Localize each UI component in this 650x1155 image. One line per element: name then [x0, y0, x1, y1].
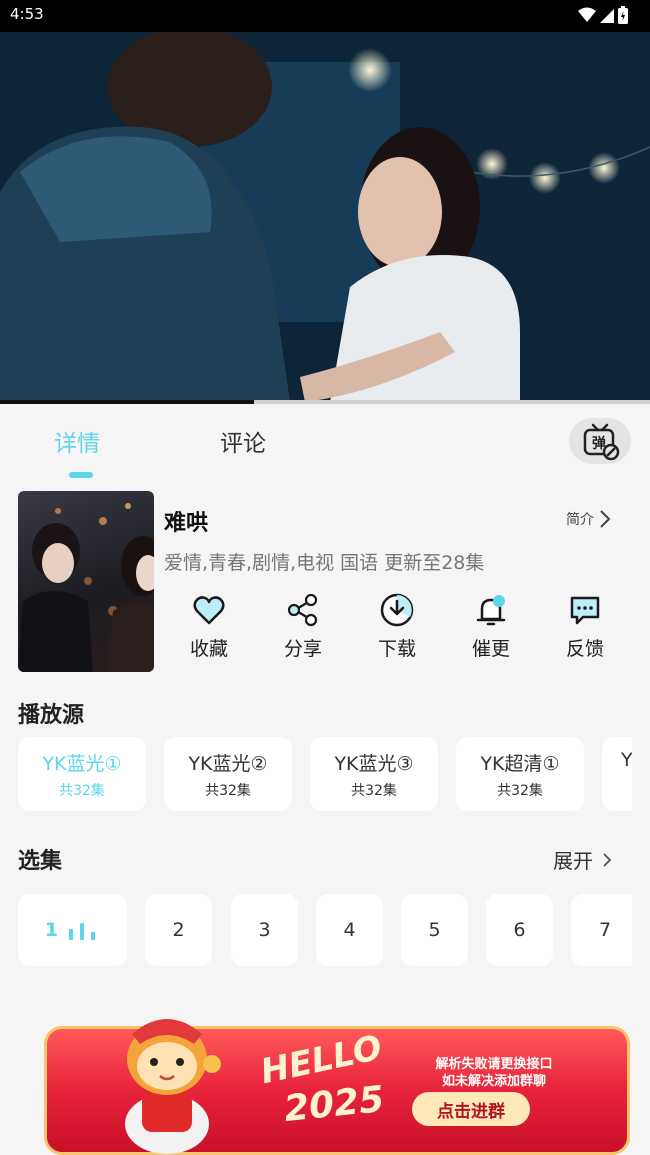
banner-line-2: 如未解决添加群聊 [441, 1074, 546, 1089]
episode-button[interactable]: 3 [231, 894, 298, 966]
episode-number: 7 [599, 919, 612, 941]
video-frame [0, 32, 650, 402]
source-count: 共32集 [497, 783, 543, 799]
cellular-signal-icon [600, 9, 614, 23]
source-name: YK超清① [480, 753, 560, 775]
now-playing-icon [69, 923, 96, 940]
urge-update-label: 催更 [471, 638, 510, 660]
episode-number: 3 [258, 919, 271, 941]
chevron-right-icon [600, 510, 611, 528]
video-player[interactable] [0, 32, 650, 402]
expand-label: 展开 [553, 849, 593, 873]
danmaku-toggle-button[interactable]: 弹 [569, 418, 631, 464]
source-card[interactable]: YK蓝光③ 共32集 [310, 737, 438, 811]
bell-icon [476, 595, 506, 626]
download-label: 下载 [377, 638, 416, 660]
source-count: 共32集 [59, 783, 105, 799]
episode-button[interactable]: 7 [571, 894, 632, 966]
source-card[interactable]: YK超清① 共32集 [456, 737, 584, 811]
source-card[interactable]: YK蓝光② 共32集 [164, 737, 292, 811]
active-tab-indicator [69, 472, 93, 478]
source-card[interactable]: Y [602, 737, 632, 811]
favorite-button[interactable]: 收藏 [164, 592, 254, 661]
detail-tabs: 详情 评论 弹 [0, 404, 650, 482]
action-row: 收藏 分享 下载 催更 反馈 [164, 592, 634, 672]
lion-mascot-icon [125, 1019, 221, 1154]
episode-button[interactable]: 4 [316, 894, 383, 966]
join-group-button[interactable]: 点击进群 [412, 1092, 530, 1126]
source-name: Y [621, 749, 632, 771]
episode-button[interactable]: 6 [486, 894, 553, 966]
tab-comments[interactable]: 评论 [220, 424, 266, 458]
source-count: 共32集 [351, 783, 397, 799]
episode-button[interactable]: 2 [145, 894, 212, 966]
show-title: 难哄 [164, 511, 209, 536]
battery-icon [618, 6, 628, 24]
source-name: YK蓝光② [188, 753, 268, 775]
episode-number: 1 [44, 919, 59, 941]
share-button[interactable]: 分享 [258, 592, 348, 661]
urge-update-button[interactable]: 催更 [446, 592, 536, 661]
episode-number: 6 [513, 919, 526, 941]
download-icon [380, 593, 414, 627]
show-poster [18, 491, 154, 672]
banner-message: 解析失败请更换接口 如未解决添加群聊 [404, 1056, 584, 1090]
feedback-icon [570, 596, 600, 625]
feedback-label: 反馈 [565, 638, 604, 660]
feedback-button[interactable]: 反馈 [540, 592, 630, 661]
episode-number: 4 [343, 919, 356, 941]
source-count: 共32集 [205, 783, 251, 799]
status-bar: 4:53 [0, 0, 650, 32]
tab-details[interactable]: 详情 [54, 424, 100, 458]
danmaku-tv-icon: 弹 [583, 423, 620, 461]
episode-button[interactable]: 1 [18, 894, 127, 966]
episode-number: 2 [172, 919, 185, 941]
episode-button[interactable]: 5 [401, 894, 468, 966]
favorite-label: 收藏 [189, 638, 228, 660]
banner-line-1: 解析失败请更换接口 [435, 1057, 553, 1072]
wifi-icon [578, 7, 596, 22]
source-name: YK蓝光③ [334, 753, 414, 775]
expand-episodes-link[interactable]: 展开 [553, 845, 613, 874]
share-label: 分享 [283, 638, 322, 660]
intro-link[interactable]: 简介 [566, 508, 612, 530]
show-meta: 爱情,青春,剧情,电视 国语 更新至28集 [164, 552, 485, 574]
source-section-title: 播放源 [18, 703, 85, 728]
promo-banner[interactable]: HELLO 2025 解析失败请更换接口 如未解决添加群聊 点击进群 [22, 1004, 630, 1155]
share-icon [287, 593, 318, 627]
source-card[interactable]: YK蓝光① 共32集 [18, 737, 146, 811]
status-time: 4:53 [10, 5, 44, 23]
heart-icon [193, 596, 225, 625]
source-name: YK蓝光① [42, 753, 122, 775]
chevron-right-icon [603, 852, 612, 867]
download-button[interactable]: 下载 [352, 592, 442, 661]
status-icons [578, 6, 628, 24]
intro-label: 简介 [566, 512, 594, 528]
episode-section-title: 选集 [18, 849, 63, 874]
episode-number: 5 [428, 919, 441, 941]
